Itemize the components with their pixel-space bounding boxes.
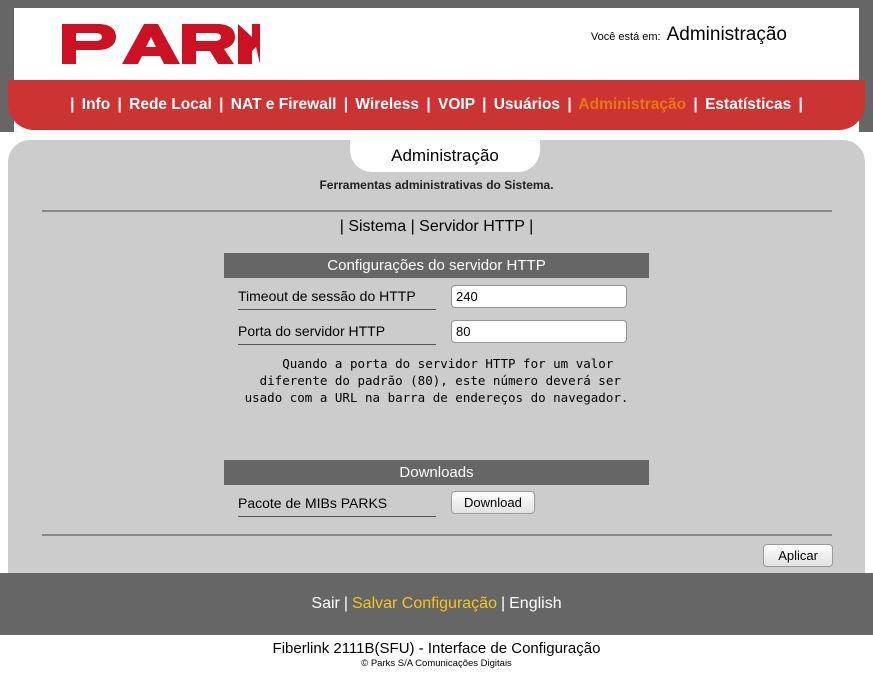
breadcrumb: Você está em: Administração xyxy=(591,24,787,46)
parks-logo xyxy=(60,20,260,68)
footer-link-sair[interactable]: Sair xyxy=(311,595,339,612)
footer-separator: | xyxy=(500,595,506,612)
tab-administracao[interactable]: Administração xyxy=(350,140,540,172)
nav-separator: | xyxy=(70,96,75,113)
nav-separator: | xyxy=(343,96,349,113)
download-button[interactable]: Download xyxy=(451,491,535,514)
apply-button-container: Aplicar xyxy=(8,544,865,567)
nav-separator: | xyxy=(567,96,572,113)
divider-bottom xyxy=(42,534,832,536)
main-navigation-links: | Info | Rede Local | NAT e Firewall | W… xyxy=(67,96,806,114)
breadcrumb-location: Administração xyxy=(666,24,787,45)
nav-item-rede-local[interactable]: Rede Local xyxy=(125,96,216,113)
input-http-port[interactable] xyxy=(451,320,627,343)
breadcrumb-prefix: Você está em: xyxy=(590,31,661,43)
window-frame-top xyxy=(0,0,873,8)
credits: Fiberlink 2111B(SFU) - Interface de Conf… xyxy=(0,640,873,669)
subnav-item-sistema[interactable]: Sistema xyxy=(344,218,411,235)
nav-item-administração[interactable]: Administração xyxy=(575,96,691,113)
subnav-separator: | xyxy=(529,218,534,235)
http-port-help-text: Quando a porta do servidor HTTP for um v… xyxy=(244,356,629,405)
footer-link-salvar-configuração[interactable]: Salvar Configuração xyxy=(352,595,497,612)
label-http-port: Porta do servidor HTTP xyxy=(238,323,436,345)
nav-item-estatísticas[interactable]: Estatísticas xyxy=(701,96,796,113)
subnav-item-servidor-http[interactable]: Servidor HTTP xyxy=(415,218,529,235)
nav-item-nat-e-firewall[interactable]: NAT e Firewall xyxy=(226,96,340,113)
main-navigation: | Info | Rede Local | NAT e Firewall | W… xyxy=(8,80,865,130)
nav-item-voip[interactable]: VOIP xyxy=(434,96,479,113)
footer-links: Sair | Salvar Configuração | English xyxy=(311,595,561,613)
nav-separator: | xyxy=(117,96,122,113)
section-header-downloads: Downloads xyxy=(224,460,649,485)
device-model-label: Fiberlink 2111B(SFU) - Interface de Conf… xyxy=(272,640,601,657)
section-header-http: Configurações do servidor HTTP xyxy=(224,253,649,278)
footer-separator: | xyxy=(343,595,348,612)
nav-separator: | xyxy=(219,96,224,113)
content-panel: Administração Ferramentas administrativa… xyxy=(8,140,865,573)
input-timeout[interactable] xyxy=(451,285,627,308)
nav-separator: | xyxy=(798,96,803,113)
footer-bar: Sair | Salvar Configuração | English xyxy=(0,573,873,635)
form-row-timeout: Timeout de sessão do HTTP xyxy=(224,285,649,314)
label-mib-package: Pacote de MIBs PARKS xyxy=(238,495,436,517)
page-root: Você está em: Administração | Info | Red… xyxy=(0,0,873,678)
apply-button[interactable]: Aplicar xyxy=(763,544,833,567)
panel-subtitle: Ferramentas administrativas do Sistema. xyxy=(319,178,554,192)
page-header: Você está em: Administração xyxy=(14,8,859,80)
nav-separator: | xyxy=(482,96,487,113)
nav-separator: | xyxy=(693,96,698,113)
nav-separator: | xyxy=(426,96,431,113)
form-row-mib-package: Pacote de MIBs PARKS Download xyxy=(224,491,649,521)
sub-navigation: | Sistema | Servidor HTTP | xyxy=(8,218,865,236)
footer-link-english[interactable]: English xyxy=(509,595,561,612)
label-timeout: Timeout de sessão do HTTP xyxy=(238,288,436,310)
divider-top xyxy=(42,210,832,212)
copyright-label: © Parks S/A Comunicações Digitais xyxy=(361,658,512,669)
nav-item-usuários[interactable]: Usuários xyxy=(489,96,564,113)
nav-item-wireless[interactable]: Wireless xyxy=(351,96,423,113)
nav-item-info[interactable]: Info xyxy=(77,96,114,113)
form-row-port: Porta do servidor HTTP xyxy=(224,320,649,349)
